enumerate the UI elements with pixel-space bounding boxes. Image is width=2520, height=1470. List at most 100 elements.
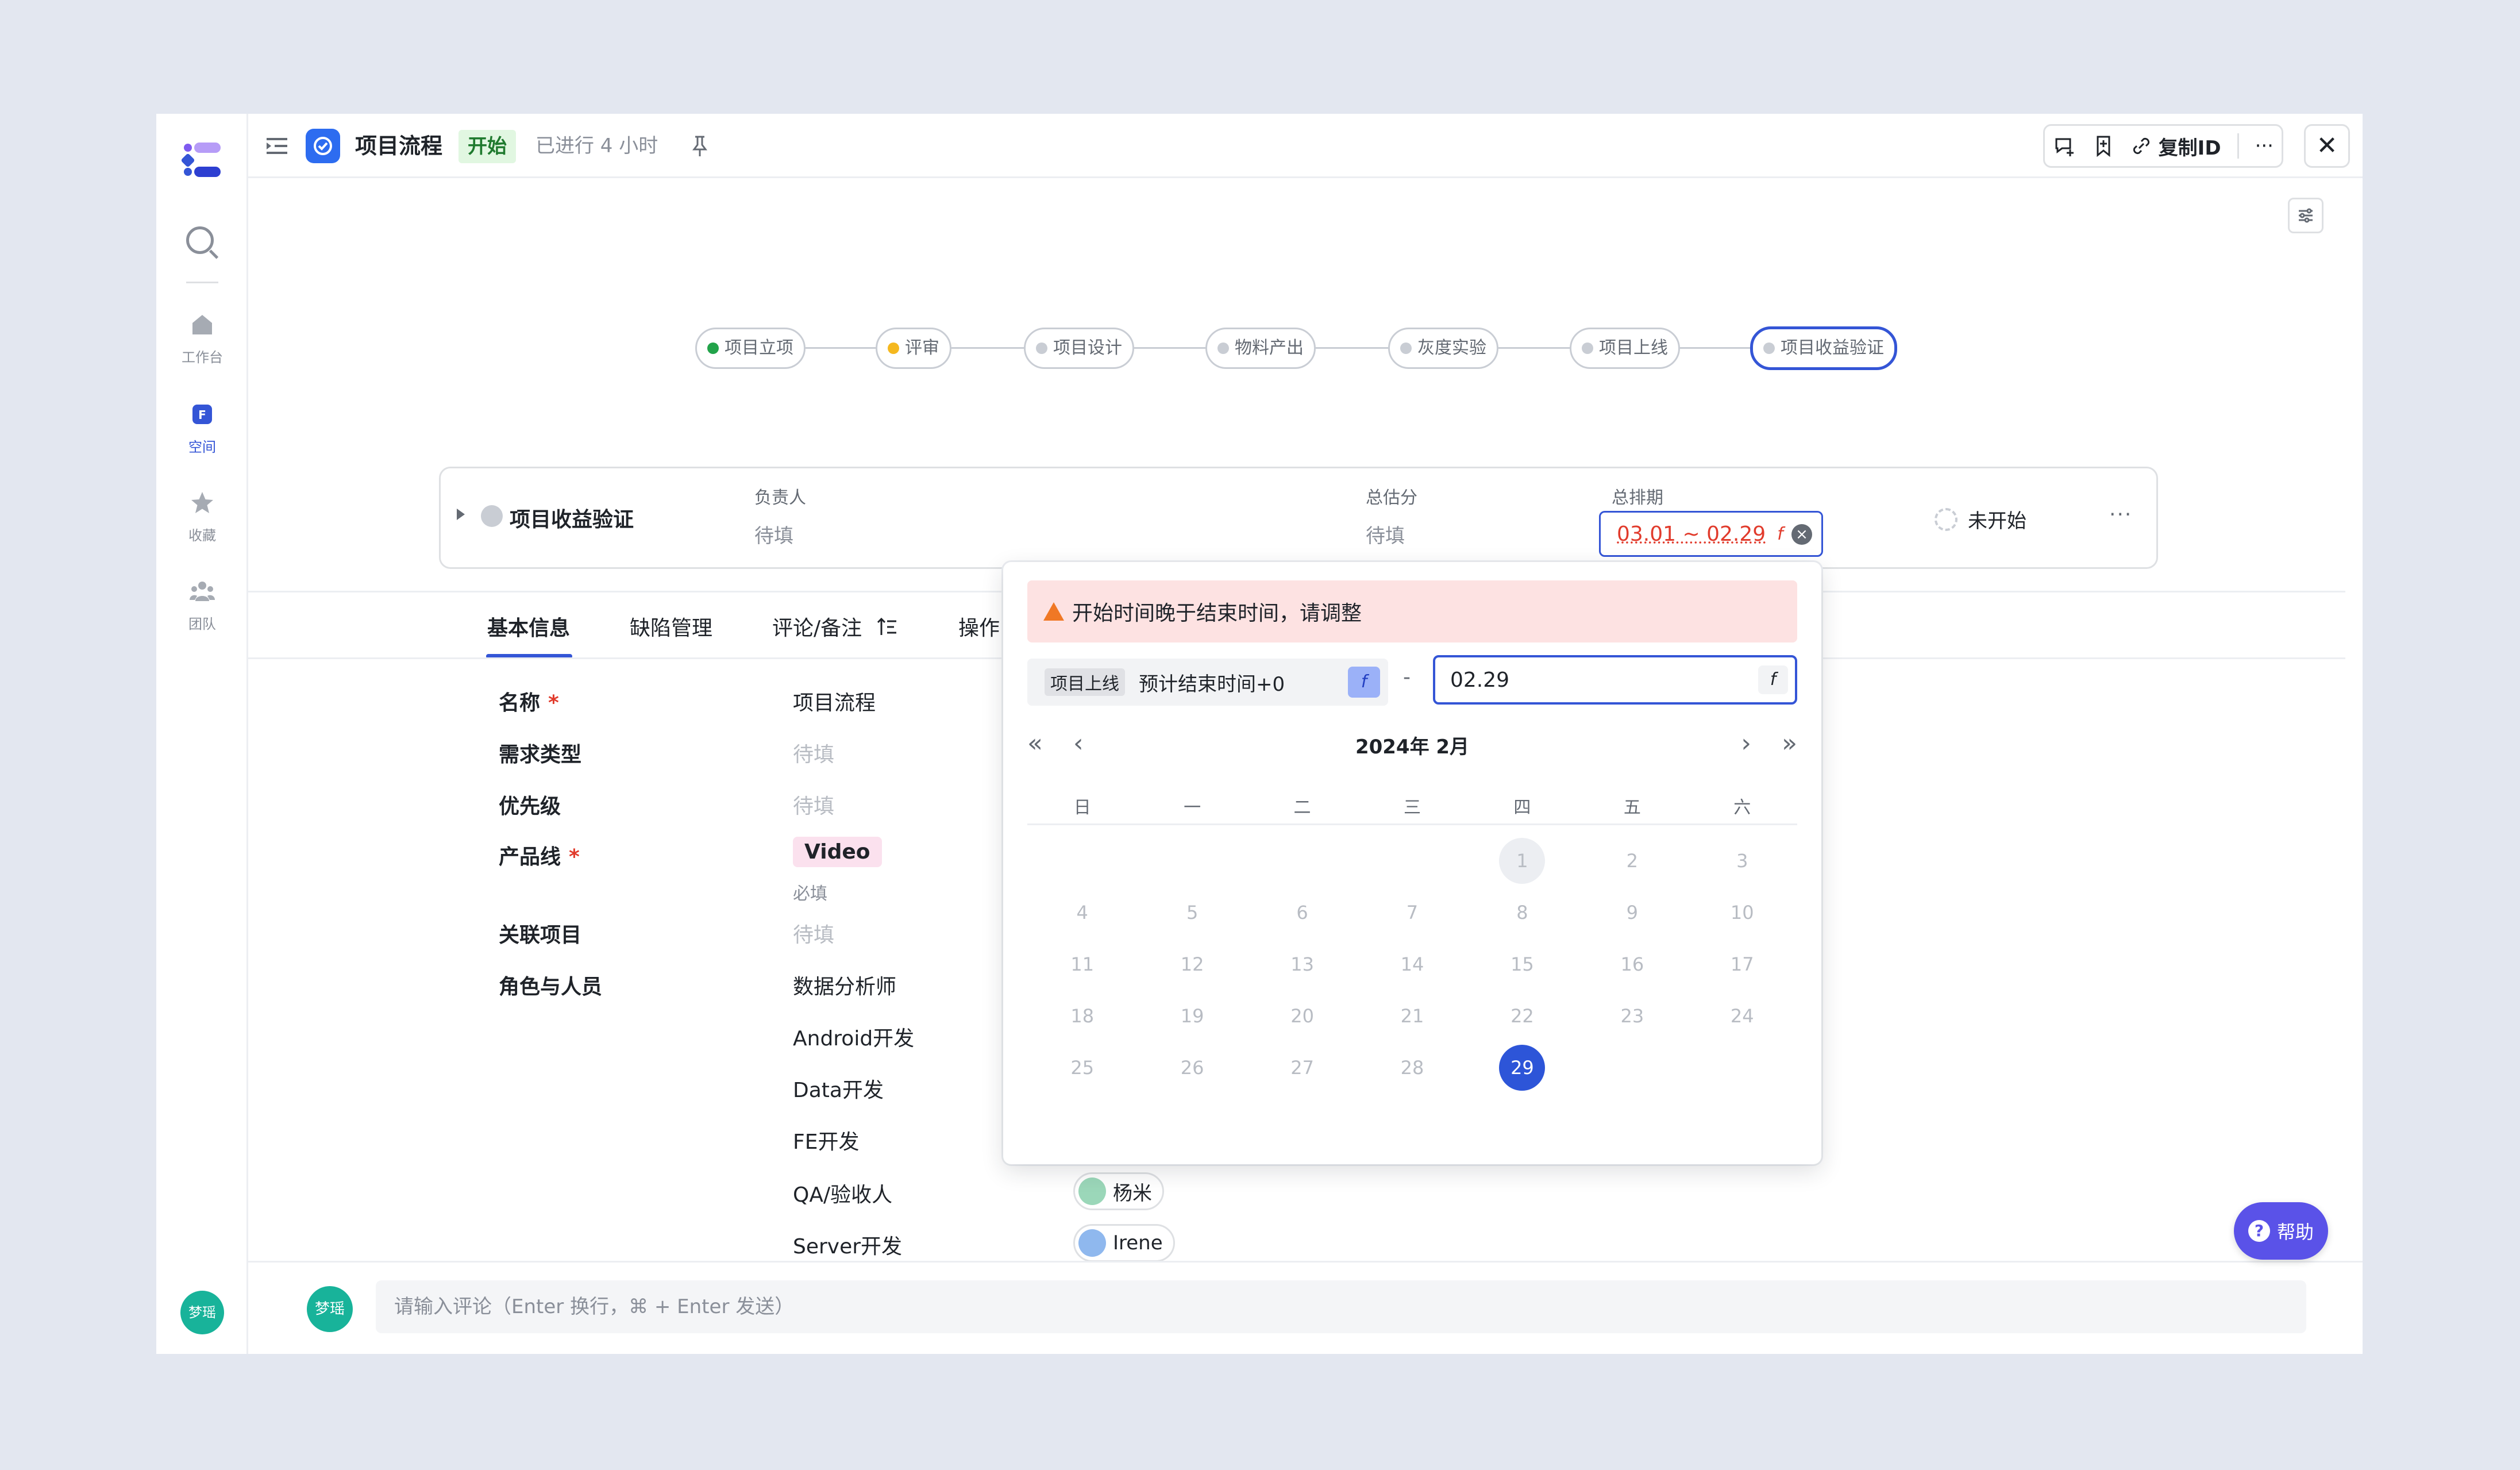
calendar-day[interactable]: 12 [1137,941,1247,987]
calendar-day[interactable]: 7 [1357,890,1467,936]
collapse-sidebar-icon[interactable] [265,136,288,156]
field-value-priority[interactable]: 待填 [793,790,834,819]
calendar-day-number: 18 [1070,1005,1095,1027]
calendar-day[interactable]: 13 [1247,941,1357,987]
help-button[interactable]: ? 帮助 [2234,1202,2328,1260]
calendar-day[interactable]: 11 [1027,941,1137,987]
calendar-day[interactable]: 21 [1357,993,1467,1039]
calendar-day[interactable]: 23 [1577,993,1687,1039]
start-date-input[interactable]: 项目上线 预计结束时间+0 f [1027,659,1388,706]
sidebar-item-space[interactable]: F 空间 [156,401,248,456]
calendar-day[interactable]: 17 [1687,941,1797,987]
calendar-day[interactable]: 1 [1467,838,1577,884]
calendar-day[interactable]: 18 [1027,993,1137,1039]
calendar-day[interactable]: 2 [1577,838,1687,884]
actions-divider [2237,133,2239,159]
calendar-day[interactable]: 19 [1137,993,1247,1039]
status-badge: 开始 [458,130,516,163]
calendar-day[interactable]: 27 [1247,1045,1357,1091]
formula-icon[interactable]: f [1777,524,1783,544]
star-icon [191,492,213,513]
flow-node-gray-test[interactable]: 灰度实验 [1388,328,1498,369]
progress-label: 未开始 [1968,510,2026,533]
tab-comments[interactable]: 评论/备注 [772,611,897,641]
calendar-day-number: 20 [1290,1005,1314,1027]
next-month-icon[interactable]: › [1741,729,1751,758]
more-icon[interactable]: ··· [2255,134,2274,157]
expand-caret-icon[interactable] [457,509,465,520]
progress-status[interactable]: 未开始 [1935,505,2026,533]
view-settings-button[interactable] [2288,198,2324,233]
sort-icon[interactable] [877,617,897,637]
calendar-day[interactable]: 28 [1357,1045,1467,1091]
flow-node-project-initiation[interactable]: 项目立项 [695,328,806,369]
owner-value[interactable]: 待填 [754,520,793,548]
error-banner: 开始时间晚于结束时间，请调整 [1027,580,1797,642]
calendar-day[interactable]: 4 [1027,890,1137,936]
calendar-day[interactable]: 9 [1577,890,1687,936]
user-avatar[interactable]: 梦瑶 [180,1291,224,1334]
estimate-value[interactable]: 待填 [1366,520,1405,548]
sidebar-item-favorites[interactable]: 收藏 [156,490,248,544]
sidebar-item-team[interactable]: 团队 [156,578,248,633]
field-label-type: 需求类型 [499,743,582,767]
flow-node-review[interactable]: 评审 [876,328,951,369]
task-status-dot[interactable] [481,505,503,527]
calendar-day[interactable]: 8 [1467,890,1577,936]
calendar-day-number: 11 [1070,953,1095,975]
tab-operations[interactable]: 操作 [958,611,1000,641]
weekday-label: 二 [1293,798,1311,818]
calendar-day[interactable]: 22 [1467,993,1577,1039]
calendar-day[interactable]: 16 [1577,941,1687,987]
person-chip[interactable]: 杨米 [1073,1172,1164,1210]
field-value-related[interactable]: 待填 [793,918,834,948]
field-value-type[interactable]: 待填 [793,738,834,768]
home-icon [192,315,212,334]
calendar-day[interactable]: 5 [1137,890,1247,936]
comment-input[interactable]: 请输入评论（Enter 换行，⌘ + Enter 发送） [376,1280,2306,1333]
clear-icon[interactable]: × [1791,524,1812,545]
add-comment-icon[interactable] [2053,134,2076,157]
next-year-icon[interactable]: » [1782,729,1797,758]
search-icon[interactable] [186,226,214,254]
more-icon[interactable]: ··· [2109,503,2132,526]
end-date-input[interactable]: 02.29 f [1433,655,1797,705]
tab-basic-info[interactable]: 基本信息 [487,611,570,641]
calendar-day[interactable]: 25 [1027,1045,1137,1091]
calendar-day[interactable]: 3 [1687,838,1797,884]
person-chip[interactable]: Irene [1073,1224,1175,1262]
calendar-day[interactable]: 10 [1687,890,1797,936]
sidebar-item-workbench[interactable]: 工作台 [156,311,248,366]
calendar-day-number: 10 [1730,902,1754,923]
calendar-day-number: 24 [1730,1005,1754,1027]
flow-node-design[interactable]: 项目设计 [1024,328,1134,369]
calendar-day[interactable]: 20 [1247,993,1357,1039]
calendar-day-number: 8 [1516,902,1528,923]
copy-id-button[interactable]: 复制ID [2131,132,2221,160]
close-button[interactable]: ✕ [2304,124,2350,168]
calendar-day[interactable]: 6 [1247,890,1357,936]
flow-node-materials[interactable]: 物料产出 [1205,328,1316,369]
app-logo[interactable] [179,138,225,182]
calendar-day-number: 27 [1290,1057,1314,1079]
status-dot [1763,343,1775,354]
formula-icon[interactable]: f [1348,667,1380,698]
calendar-day-selected[interactable]: 29 [1467,1045,1577,1091]
bookmark-add-icon[interactable] [2092,134,2115,157]
flow-node-launch[interactable]: 项目上线 [1570,328,1680,369]
field-value-name[interactable]: 项目流程 [793,686,876,716]
tab-defects[interactable]: 缺陷管理 [630,611,712,641]
calendar-day-number: 7 [1406,902,1419,923]
calendar-day-number: 4 [1076,902,1088,923]
formula-icon[interactable]: f [1758,665,1788,694]
product-line-tag[interactable]: Video [793,837,882,867]
page-title: 项目流程 [355,133,443,159]
start-node-tag: 项目上线 [1045,668,1125,696]
flow-node-revenue-validation[interactable]: 项目收益验证 [1750,326,1897,370]
pin-icon[interactable] [691,134,709,157]
schedule-input[interactable]: 03.01 ~ 02.29 f × [1599,511,1823,557]
calendar-day[interactable]: 24 [1687,993,1797,1039]
calendar-day[interactable]: 26 [1137,1045,1247,1091]
calendar-day[interactable]: 14 [1357,941,1467,987]
calendar-day[interactable]: 15 [1467,941,1577,987]
